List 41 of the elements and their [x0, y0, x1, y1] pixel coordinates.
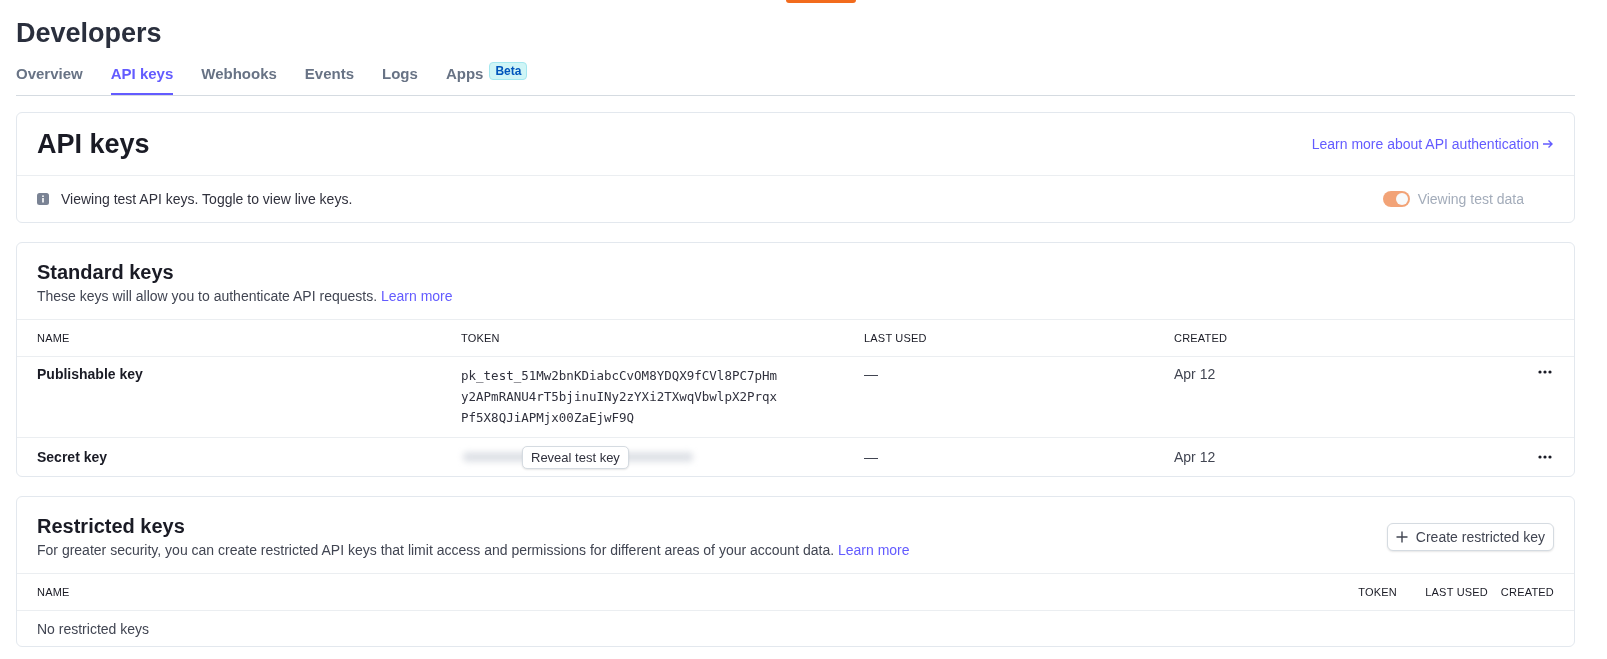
tab[interactable]: Overview — [16, 62, 83, 95]
section-title: Restricted keys — [37, 515, 186, 538]
reveal-key-button[interactable]: Reveal test key — [522, 445, 629, 469]
column-header: TOKEN — [1357, 586, 1397, 598]
info-icon — [37, 193, 49, 205]
column-header: NAME — [37, 586, 71, 598]
beta-badge: Beta — [489, 62, 528, 80]
card-title: API keys — [37, 128, 150, 160]
create-key-button[interactable]: Create restricted key — [1386, 522, 1554, 551]
empty-state-text: No restricted keys — [37, 620, 150, 637]
section-description: For greater security, you can create restricted API keys that limit access and permissions for different areas of your account data. Learn more — [37, 542, 910, 558]
created-cell-text: Apr 12 — [1174, 366, 1217, 382]
page-title: Developers — [16, 18, 162, 48]
last-used-cell-text: — — [864, 449, 879, 465]
learn-more-link[interactable]: Learn more about API authentication — [1311, 136, 1554, 152]
tab[interactable]: API keys — [110, 62, 174, 95]
column-header: CREATED — [1499, 586, 1554, 598]
column-header: LAST USED — [864, 332, 928, 344]
column-header: TOKEN — [461, 332, 501, 344]
toggle-switch[interactable] — [1382, 191, 1410, 207]
plus-icon — [1395, 530, 1408, 543]
key-name: Publishable key — [37, 366, 144, 382]
test-mode-bar — [786, 0, 856, 3]
last-used-cell-text: — — [864, 366, 879, 382]
learn-more-link[interactable]: Learn more — [380, 288, 453, 304]
section-description: These keys will allow you to authenticate API requests. Learn more — [37, 288, 453, 304]
created-cell-text: Apr 12 — [1174, 449, 1217, 465]
column-header: LAST USED — [1424, 586, 1488, 598]
notice-text: Viewing test API keys. Toggle to view live keys. — [61, 191, 353, 207]
learn-more-link[interactable]: Learn more — [837, 542, 910, 558]
section-title: Standard keys — [37, 261, 175, 284]
arrow-right-icon — [1542, 138, 1554, 150]
tab[interactable]: Logs — [382, 62, 418, 95]
token-text: pk_test_51Mw2bnKDiabcCvOM8YDQX9fCVl8PC7pHm y2APmRANU4rT5bjinuINy2zYXi2TXwqVbwlpX2Prqx Pf5X8QJiAPMjx00ZaEjwF9Q — [461, 367, 779, 427]
tab[interactable]: Webhooks — [201, 62, 277, 95]
key-name: Secret key — [37, 449, 109, 465]
column-header: NAME — [37, 332, 71, 344]
tab[interactable]: Apps — [445, 62, 484, 95]
tab[interactable]: Events — [304, 62, 355, 95]
toggle-label: Viewing test data — [1417, 191, 1524, 207]
column-header: CREATED — [1174, 332, 1229, 344]
